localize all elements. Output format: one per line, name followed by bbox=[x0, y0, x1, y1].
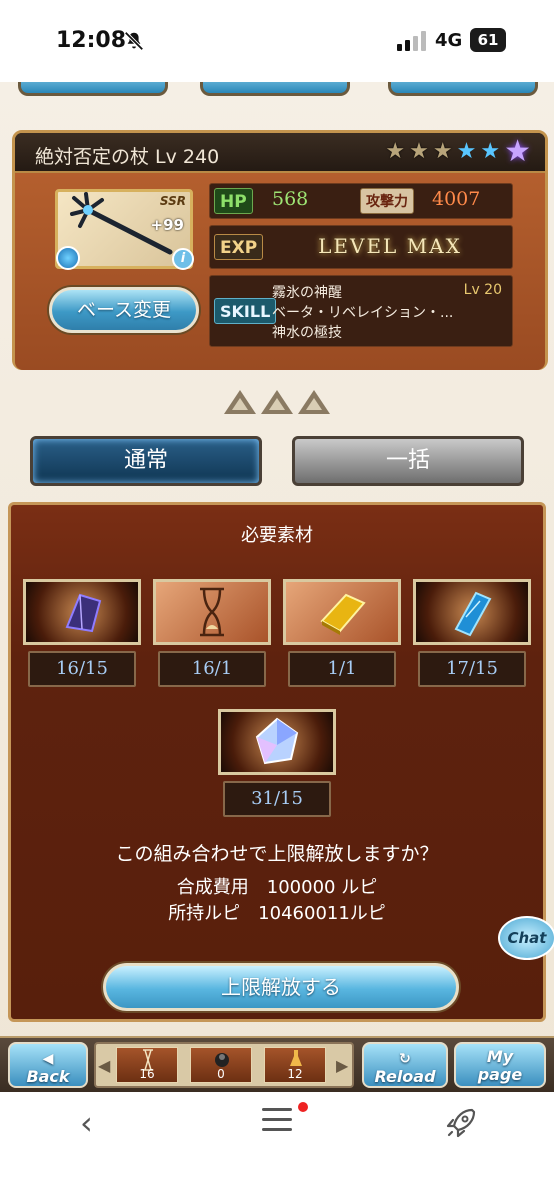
material-tile[interactable] bbox=[153, 579, 271, 645]
status-bar: 12:08 4G 61 bbox=[0, 0, 554, 82]
blue-star-icon: ★ bbox=[480, 139, 501, 164]
hp-label: HP bbox=[214, 188, 253, 214]
plus-bonus: +99 bbox=[150, 216, 184, 234]
skill-row[interactable]: SKILL 霧氷の神醒 Lv 20 ベータ・リベレイション・... 神水の極技 bbox=[209, 275, 513, 347]
blue-tablet-icon bbox=[454, 591, 492, 637]
uncap-triangle-icon bbox=[298, 390, 330, 414]
uncap-stars: ★ ★ ★ ★ ★ ★ bbox=[385, 134, 531, 169]
game-bottom-nav: ◀ Back ◀ 16 0 12 ▶ ↻ Reload My page bbox=[0, 1036, 554, 1092]
uncap-triangle-icon bbox=[261, 390, 293, 414]
materials-title: 必要素材 bbox=[241, 525, 313, 546]
material-tile[interactable] bbox=[218, 709, 336, 775]
gold-bar-icon bbox=[320, 593, 366, 635]
prism-gem-icon bbox=[255, 717, 299, 765]
level-max-banner: LEVEL MAX bbox=[318, 234, 462, 258]
hp-value: 568 bbox=[272, 188, 309, 210]
confirm-message: この組み合わせで上限解放しますか？ bbox=[115, 843, 439, 865]
system-nav-bar: ‹ bbox=[0, 1092, 554, 1200]
skill-name: 霧氷の神醒 bbox=[272, 285, 342, 301]
change-base-button[interactable]: ベース変更 bbox=[49, 287, 199, 333]
reload-button[interactable]: ↻ Reload bbox=[362, 1042, 448, 1088]
scroll-right-icon[interactable]: ▶ bbox=[336, 1056, 348, 1075]
top-button-right[interactable] bbox=[388, 82, 538, 96]
star-icon: ★ bbox=[385, 139, 406, 164]
clock: 12:08 bbox=[56, 28, 127, 53]
material-tile[interactable] bbox=[23, 579, 141, 645]
cost-text: 合成費用 100000 ルピ bbox=[176, 877, 378, 898]
stats-row: HP 568 攻撃力 4007 bbox=[209, 183, 513, 219]
mypage-button[interactable]: My page bbox=[454, 1042, 546, 1088]
material-count: 16/15 bbox=[28, 651, 136, 687]
purple-star-icon: ★ bbox=[504, 134, 531, 169]
quick-item-bar: ◀ 16 0 12 ▶ bbox=[94, 1042, 354, 1088]
game-view: 絶対否定の杖 Lv 240 ★ ★ ★ ★ ★ ★ SSR +99 i ベース変… bbox=[0, 82, 554, 1092]
tab-bulk[interactable]: 一括 bbox=[292, 436, 524, 486]
mypage-label-1: My bbox=[486, 1047, 514, 1066]
skill-level: Lv 20 bbox=[463, 282, 502, 298]
dark-crystal-icon bbox=[65, 593, 102, 633]
browser-back-icon[interactable]: ‹ bbox=[80, 1104, 93, 1142]
material-tile[interactable] bbox=[413, 579, 531, 645]
uncap-triangle-icon bbox=[224, 390, 256, 414]
rarity-label: SSR bbox=[159, 194, 186, 208]
star-icon: ★ bbox=[409, 139, 429, 164]
quick-item[interactable]: 16 bbox=[116, 1047, 178, 1083]
top-button-center[interactable] bbox=[200, 82, 350, 96]
attack-label: 攻撃力 bbox=[360, 188, 414, 214]
weapon-header: 絶対否定の杖 Lv 240 ★ ★ ★ ★ ★ ★ bbox=[15, 133, 545, 173]
material-count: 17/15 bbox=[418, 651, 526, 687]
network-type: 4G bbox=[435, 30, 463, 51]
notification-dot bbox=[298, 1102, 308, 1112]
attack-value: 4007 bbox=[432, 188, 481, 210]
material-count: 31/15 bbox=[223, 781, 331, 817]
bell-muted-icon bbox=[124, 31, 144, 51]
weapon-name: 絶対否定の杖 Lv 240 bbox=[35, 146, 220, 168]
back-button-label: Back bbox=[26, 1067, 70, 1086]
rocket-icon[interactable] bbox=[444, 1106, 478, 1140]
exp-label: EXP bbox=[214, 234, 264, 260]
menu-icon[interactable] bbox=[262, 1108, 292, 1138]
blue-star-icon: ★ bbox=[456, 139, 477, 164]
signal-icon bbox=[397, 31, 426, 51]
back-button[interactable]: ◀ Back bbox=[8, 1042, 88, 1088]
skill-name-2: ベータ・リベレイション・... bbox=[272, 305, 454, 321]
star-icon: ★ bbox=[432, 139, 453, 164]
scroll-left-icon[interactable]: ◀ bbox=[98, 1056, 110, 1075]
weapon-panel: 絶対否定の杖 Lv 240 ★ ★ ★ ★ ★ ★ SSR +99 i ベース変… bbox=[12, 130, 548, 370]
battery-indicator: 61 bbox=[470, 28, 506, 52]
reload-button-label: Reload bbox=[374, 1067, 436, 1086]
tab-normal[interactable]: 通常 bbox=[30, 436, 262, 486]
reload-icon: ↻ bbox=[399, 1051, 411, 1067]
material-count: 16/1 bbox=[158, 651, 266, 687]
materials-panel: 必要素材 16/15 16/1 1/1 17/15 31/15 この組み合わせで… bbox=[8, 502, 546, 1022]
hourglass-icon bbox=[200, 587, 224, 637]
uncap-execute-button[interactable]: 上限解放する bbox=[103, 963, 459, 1011]
material-tile[interactable] bbox=[283, 579, 401, 645]
mypage-label-2: page bbox=[477, 1065, 523, 1084]
quick-item[interactable]: 0 bbox=[190, 1047, 252, 1083]
quick-item-count: 12 bbox=[287, 1067, 303, 1081]
skill-label: SKILL bbox=[214, 298, 277, 324]
back-arrow-icon: ◀ bbox=[42, 1051, 54, 1067]
owned-rupie-text: 所持ルピ 10460011ルピ bbox=[168, 903, 386, 924]
quick-item-count: 16 bbox=[139, 1067, 155, 1081]
chat-button[interactable]: Chat bbox=[498, 916, 554, 960]
quick-item-count: 0 bbox=[217, 1067, 225, 1081]
exp-row: EXP LEVEL MAX bbox=[209, 225, 513, 269]
material-count: 1/1 bbox=[288, 651, 396, 687]
water-element-icon bbox=[56, 246, 80, 270]
weapon-body: SSR +99 i ベース変更 HP 568 攻撃力 4007 EXP LEVE… bbox=[15, 173, 545, 370]
quick-item[interactable]: 12 bbox=[264, 1047, 326, 1083]
weapon-thumbnail[interactable]: SSR +99 i bbox=[55, 189, 194, 270]
info-icon[interactable]: i bbox=[172, 248, 194, 270]
top-button-left[interactable] bbox=[18, 82, 168, 96]
skill-name-3: 神水の極技 bbox=[272, 325, 342, 341]
